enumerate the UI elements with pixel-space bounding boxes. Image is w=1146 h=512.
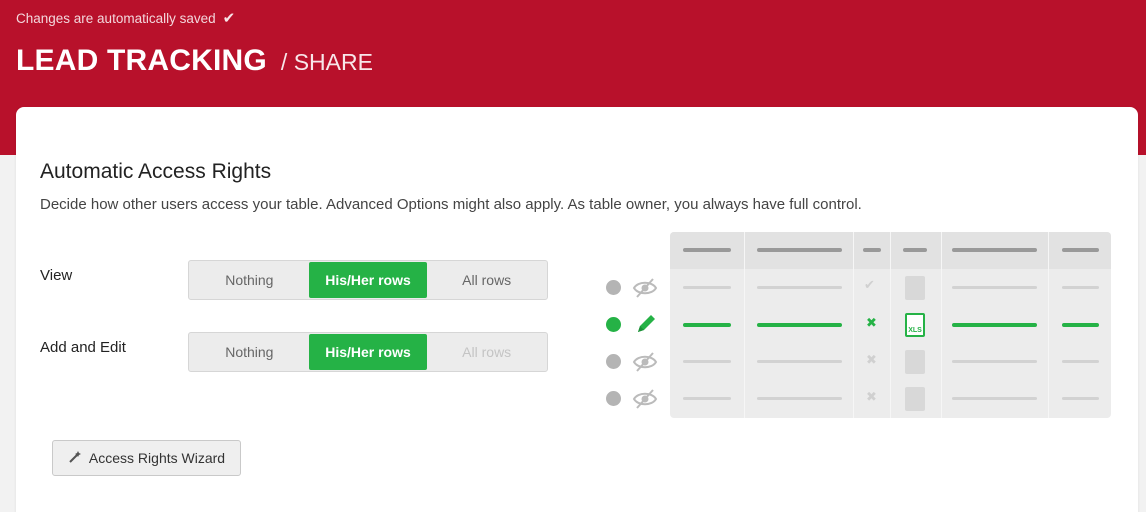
view-all-rows-option[interactable]: All rows [427, 262, 546, 298]
access-rights-wizard-button[interactable]: Access Rights Wizard [52, 440, 241, 476]
file-icon [905, 387, 925, 411]
add-edit-label: Add and Edit [40, 339, 126, 356]
access-rights-card: Automatic Access Rights Decide how other… [16, 107, 1138, 512]
section-heading: Automatic Access Rights [40, 160, 272, 183]
preview-row-status-dot [606, 391, 621, 406]
add-edit-nothing-option[interactable]: Nothing [190, 334, 309, 370]
autosave-status: Changes are automatically saved ✔ [16, 9, 235, 27]
check-icon: ✔ [864, 277, 875, 292]
add-edit-selector[interactable]: Nothing His/Her rows All rows [188, 332, 548, 372]
view-selector[interactable]: Nothing His/Her rows All rows [188, 260, 548, 300]
add-edit-his-her-rows-option[interactable]: His/Her rows [308, 334, 428, 370]
file-icon [905, 276, 925, 300]
view-his-her-rows-option[interactable]: His/Her rows [308, 262, 428, 298]
page-subtitle: / SHARE [280, 49, 373, 75]
access-preview-table: ✔ ✖ XLS ✖ ✖ [670, 232, 1111, 418]
add-edit-all-rows-option: All rows [462, 344, 512, 360]
preview-row-status-dot [606, 317, 621, 332]
preview-row-status-dot [606, 280, 621, 295]
page-title-row: LEAD TRACKING / SHARE [16, 44, 373, 78]
eye-slash-icon [632, 352, 658, 372]
check-icon: ✔ [222, 10, 236, 27]
eye-slash-icon [632, 389, 658, 409]
preview-row-status-dot [606, 354, 621, 369]
view-nothing-option[interactable]: Nothing [190, 262, 309, 298]
wizard-label: Access Rights Wizard [88, 450, 226, 466]
xls-file-icon: XLS [905, 313, 925, 337]
view-label: View [40, 267, 73, 284]
page-title: LEAD TRACKING [16, 44, 267, 77]
eye-slash-icon [632, 278, 658, 298]
cross-icon: ✖ [866, 315, 877, 330]
autosave-text: Changes are automatically saved [16, 10, 216, 26]
section-description: Decide how other users access your table… [40, 196, 862, 213]
cross-icon: ✖ [866, 389, 877, 404]
cross-icon: ✖ [866, 352, 877, 367]
magic-wand-icon [68, 450, 82, 467]
file-icon [905, 350, 925, 374]
pencil-icon [638, 315, 655, 332]
